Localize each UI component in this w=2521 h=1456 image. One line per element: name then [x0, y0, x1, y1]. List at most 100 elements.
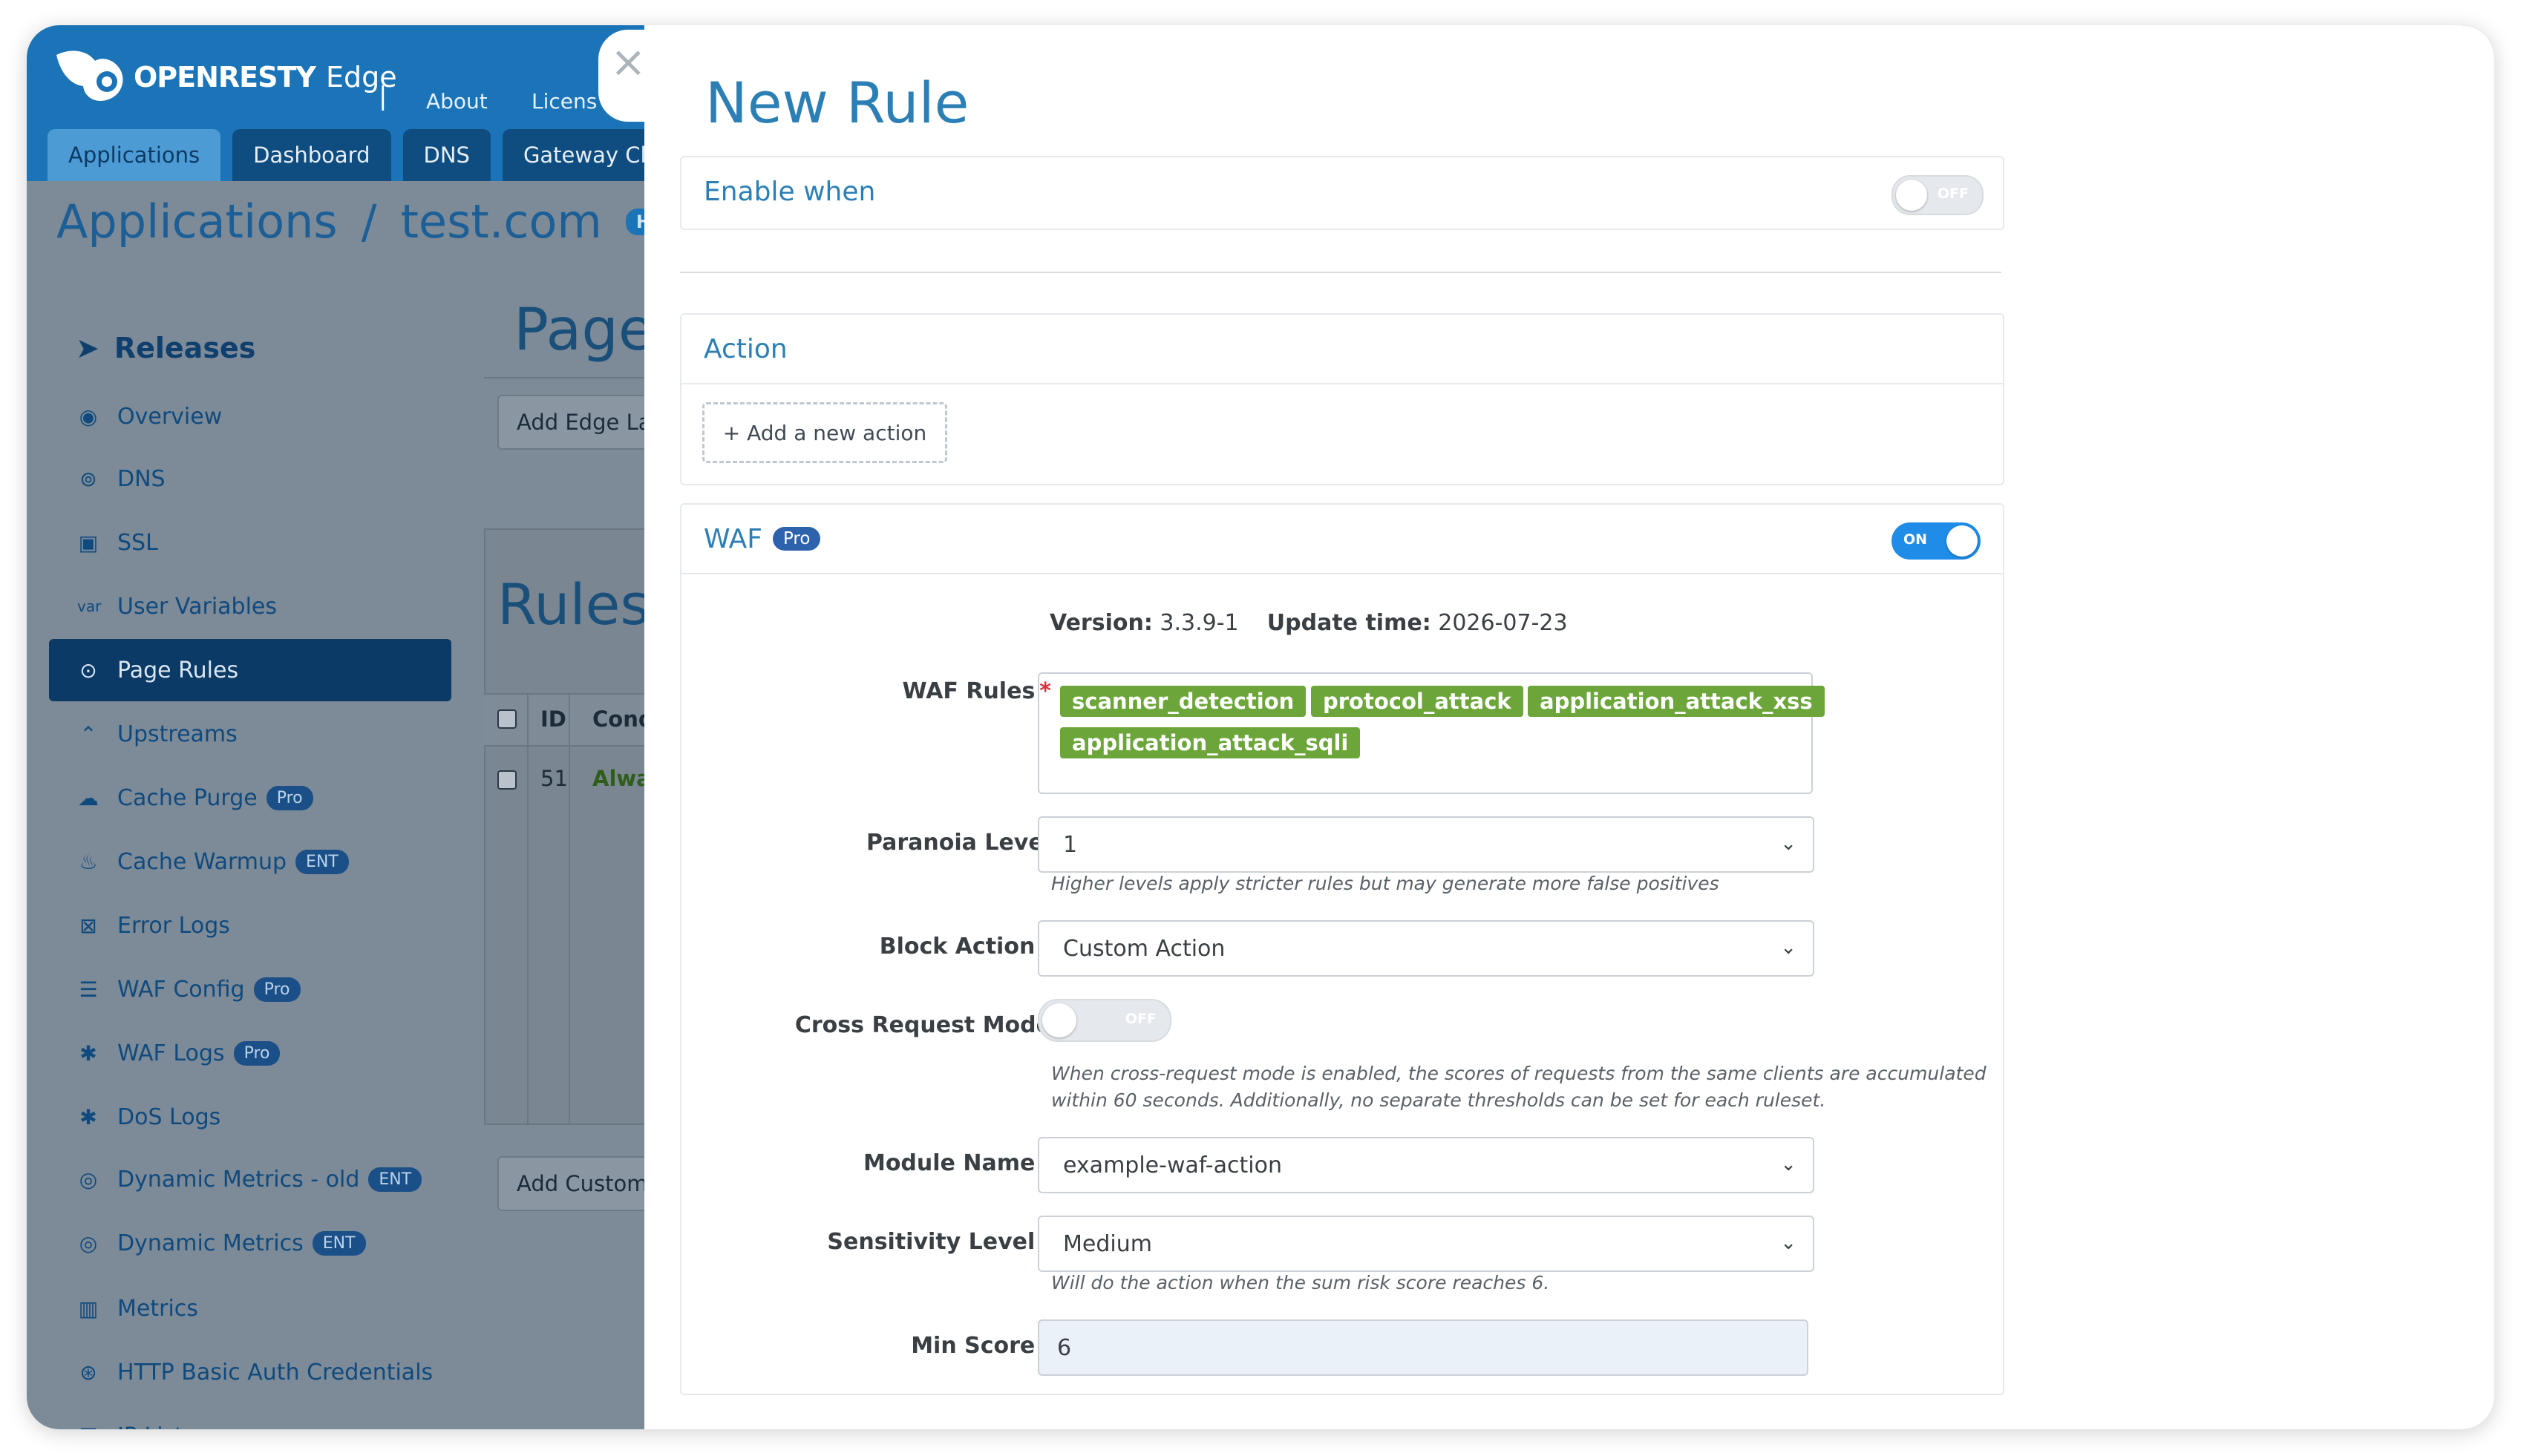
- dynamic-metrics-icon: ◎: [79, 1230, 98, 1256]
- modal-title: New Rule: [705, 70, 970, 136]
- openresty-bird-icon: [56, 50, 123, 101]
- chevron-down-icon: ⌄: [1780, 937, 1796, 959]
- bar-chart-icon: ▥: [78, 1296, 99, 1321]
- tab-applications[interactable]: Applications: [48, 129, 221, 181]
- label-text: Module Name: [863, 1150, 1036, 1176]
- sidebar-item-waf-logs[interactable]: ✱ WAF Logs Pro: [49, 1022, 451, 1084]
- update-time-value: 2026-07-23: [1438, 610, 1568, 636]
- waf-rule-tag[interactable]: scanner_detection: [1060, 686, 1307, 717]
- sidebar-item-label: WAF Logs: [117, 1040, 225, 1066]
- sidebar-item-label: DoS Logs: [117, 1104, 221, 1130]
- app-window: OPENRESTY Edge | About Licens Applicatio…: [27, 25, 2494, 1429]
- tab-dashboard[interactable]: Dashboard: [232, 129, 391, 181]
- dns-icon: ⊚: [79, 466, 97, 491]
- label-text: Min Score: [911, 1333, 1036, 1359]
- add-action-button[interactable]: + Add a new action: [702, 402, 947, 463]
- sidebar-item-ssl[interactable]: ▣ SSL: [49, 511, 451, 574]
- tab-gateway[interactable]: Gateway Cl: [502, 129, 667, 181]
- version-value: 3.3.9-1: [1160, 610, 1239, 636]
- pro-badge: Pro: [233, 1040, 281, 1066]
- toggle-state: OFF: [1937, 186, 1969, 202]
- sidebar-item-cache-warmup[interactable]: ♨ Cache Warmup ENT: [49, 830, 451, 893]
- section-divider: [680, 272, 2001, 273]
- license-link[interactable]: Licens: [532, 89, 597, 114]
- sidebar-item-page-rules[interactable]: ⊙ Page Rules: [49, 639, 451, 701]
- sidebar-item-label: DNS: [117, 465, 166, 492]
- paper-plane-icon: ➤: [76, 332, 99, 364]
- min-score-input[interactable]: 6: [1038, 1319, 1808, 1376]
- sidebar-item-http-basic-auth[interactable]: ⊛ HTTP Basic Auth Credentials: [49, 1341, 451, 1403]
- toggle-knob: [1896, 180, 1927, 211]
- row-condition: Alwa: [592, 766, 651, 791]
- chevron-down-icon: ⌄: [1780, 1153, 1796, 1175]
- module-name-label: Module Name*: [863, 1150, 1051, 1176]
- paranoia-level-select[interactable]: 1 ⌄: [1038, 816, 1814, 873]
- add-custom-button[interactable]: Add Custom: [497, 1156, 667, 1211]
- module-name-select[interactable]: example-waf-action ⌄: [1038, 1137, 1814, 1193]
- ssl-icon: ▣: [78, 530, 99, 555]
- sidebar-item-waf-config[interactable]: ☰ WAF Config Pro: [49, 958, 451, 1020]
- cross-request-help-1: When cross-request mode is enabled, the …: [1051, 1063, 1987, 1084]
- tab-dns[interactable]: DNS: [402, 129, 491, 181]
- paranoia-help: Higher levels apply stricter rules but m…: [1051, 873, 1719, 894]
- waf-rule-tag[interactable]: application_attack_xss: [1528, 686, 1825, 717]
- breadcrumb-applications[interactable]: Applications: [56, 194, 338, 249]
- chevron-down-icon: ⌄: [1780, 1232, 1796, 1254]
- chevron-down-icon: ⌄: [1780, 833, 1796, 855]
- list-icon: ☰: [77, 1424, 99, 1430]
- sidebar-item-upstreams[interactable]: ⌃ Upstreams: [49, 703, 451, 765]
- waf-rule-tag[interactable]: protocol_attack: [1311, 686, 1523, 717]
- pro-badge: Pro: [772, 527, 821, 551]
- sidebar-item-label: Overview: [117, 403, 223, 430]
- pro-badge: Pro: [266, 785, 313, 810]
- dashboard-icon: ◉: [79, 404, 98, 429]
- block-action-select[interactable]: Custom Action ⌄: [1038, 920, 1814, 977]
- sidebar-item-cache-purge[interactable]: ☁ Cache Purge Pro: [49, 767, 451, 829]
- about-link[interactable]: About: [426, 89, 488, 114]
- sidebar-item-label: Dynamic Metrics - old: [117, 1166, 360, 1193]
- select-all-checkbox[interactable]: [497, 709, 517, 729]
- error-log-icon: ⊠: [79, 913, 97, 938]
- sidebar-item-error-logs[interactable]: ⊠ Error Logs: [49, 894, 451, 957]
- cross-request-toggle[interactable]: OFF: [1038, 999, 1171, 1042]
- toggle-knob: [1042, 1003, 1076, 1037]
- row-checkbox[interactable]: [497, 770, 517, 790]
- waf-rule-tag[interactable]: application_attack_sqli: [1060, 727, 1361, 758]
- sidebar-item-ip-lists[interactable]: ☰ IP Lists: [49, 1405, 451, 1430]
- sidebar-item-metrics[interactable]: ▥ Metrics: [49, 1277, 451, 1339]
- flame-icon: ♨: [79, 849, 98, 874]
- sidebar-item-overview[interactable]: ◉ Overview: [49, 385, 451, 447]
- sidebar-item-label: WAF Config: [117, 976, 245, 1003]
- sidebar-item-label: Page Rules: [117, 657, 239, 683]
- toggle-state: OFF: [1125, 1011, 1157, 1027]
- sidebar-item-label: User Variables: [117, 593, 278, 620]
- purge-icon: ☁: [78, 785, 99, 810]
- close-icon[interactable]: ×: [610, 40, 647, 83]
- sidebar-item-label: Error Logs: [117, 912, 230, 939]
- auth-icon: ⊛: [79, 1360, 97, 1385]
- waf-toggle[interactable]: ON: [1891, 522, 1981, 560]
- rules-title: Rules: [497, 571, 650, 637]
- cross-request-label: Cross Request Mode: [794, 1012, 1051, 1038]
- sidebar-item-dynamic-metrics[interactable]: ◎ Dynamic Metrics ENT: [49, 1212, 451, 1274]
- enable-when-toggle[interactable]: OFF: [1891, 175, 1984, 215]
- version-label: Version:: [1050, 610, 1153, 636]
- sidebar-item-user-variables[interactable]: var User Variables: [49, 575, 451, 637]
- cross-request-help-2: within 60 seconds. Additionally, no sepa…: [1051, 1089, 1826, 1111]
- sidebar-item-label: Cache Purge: [117, 784, 258, 811]
- enable-when-card: Enable when: [680, 156, 2004, 230]
- sidebar-item-label: Metrics: [117, 1295, 198, 1322]
- block-action-label: Block Action*: [880, 934, 1051, 960]
- sidebar-item-label: Dynamic Metrics: [117, 1230, 304, 1256]
- sidebar-item-dos-logs[interactable]: ✱ DoS Logs: [49, 1086, 451, 1148]
- sidebar-item-dns[interactable]: ⊚ DNS: [49, 447, 451, 510]
- paranoia-level-value: 1: [1063, 831, 1078, 858]
- rules-icon: ⊙: [79, 658, 97, 683]
- sensitivity-level-select[interactable]: Medium ⌄: [1038, 1216, 1814, 1272]
- waf-version-info: Version: 3.3.9-1 Update time: 2026-07-23: [1050, 610, 1568, 636]
- sidebar-item-dynamic-metrics-old[interactable]: ◎ Dynamic Metrics - old ENT: [49, 1148, 451, 1210]
- waf-label: WAF: [704, 523, 762, 554]
- breadcrumb-separator: /: [361, 194, 377, 249]
- waf-rules-label: WAF Rules *: [902, 678, 1051, 704]
- toggle-knob: [1946, 525, 1978, 557]
